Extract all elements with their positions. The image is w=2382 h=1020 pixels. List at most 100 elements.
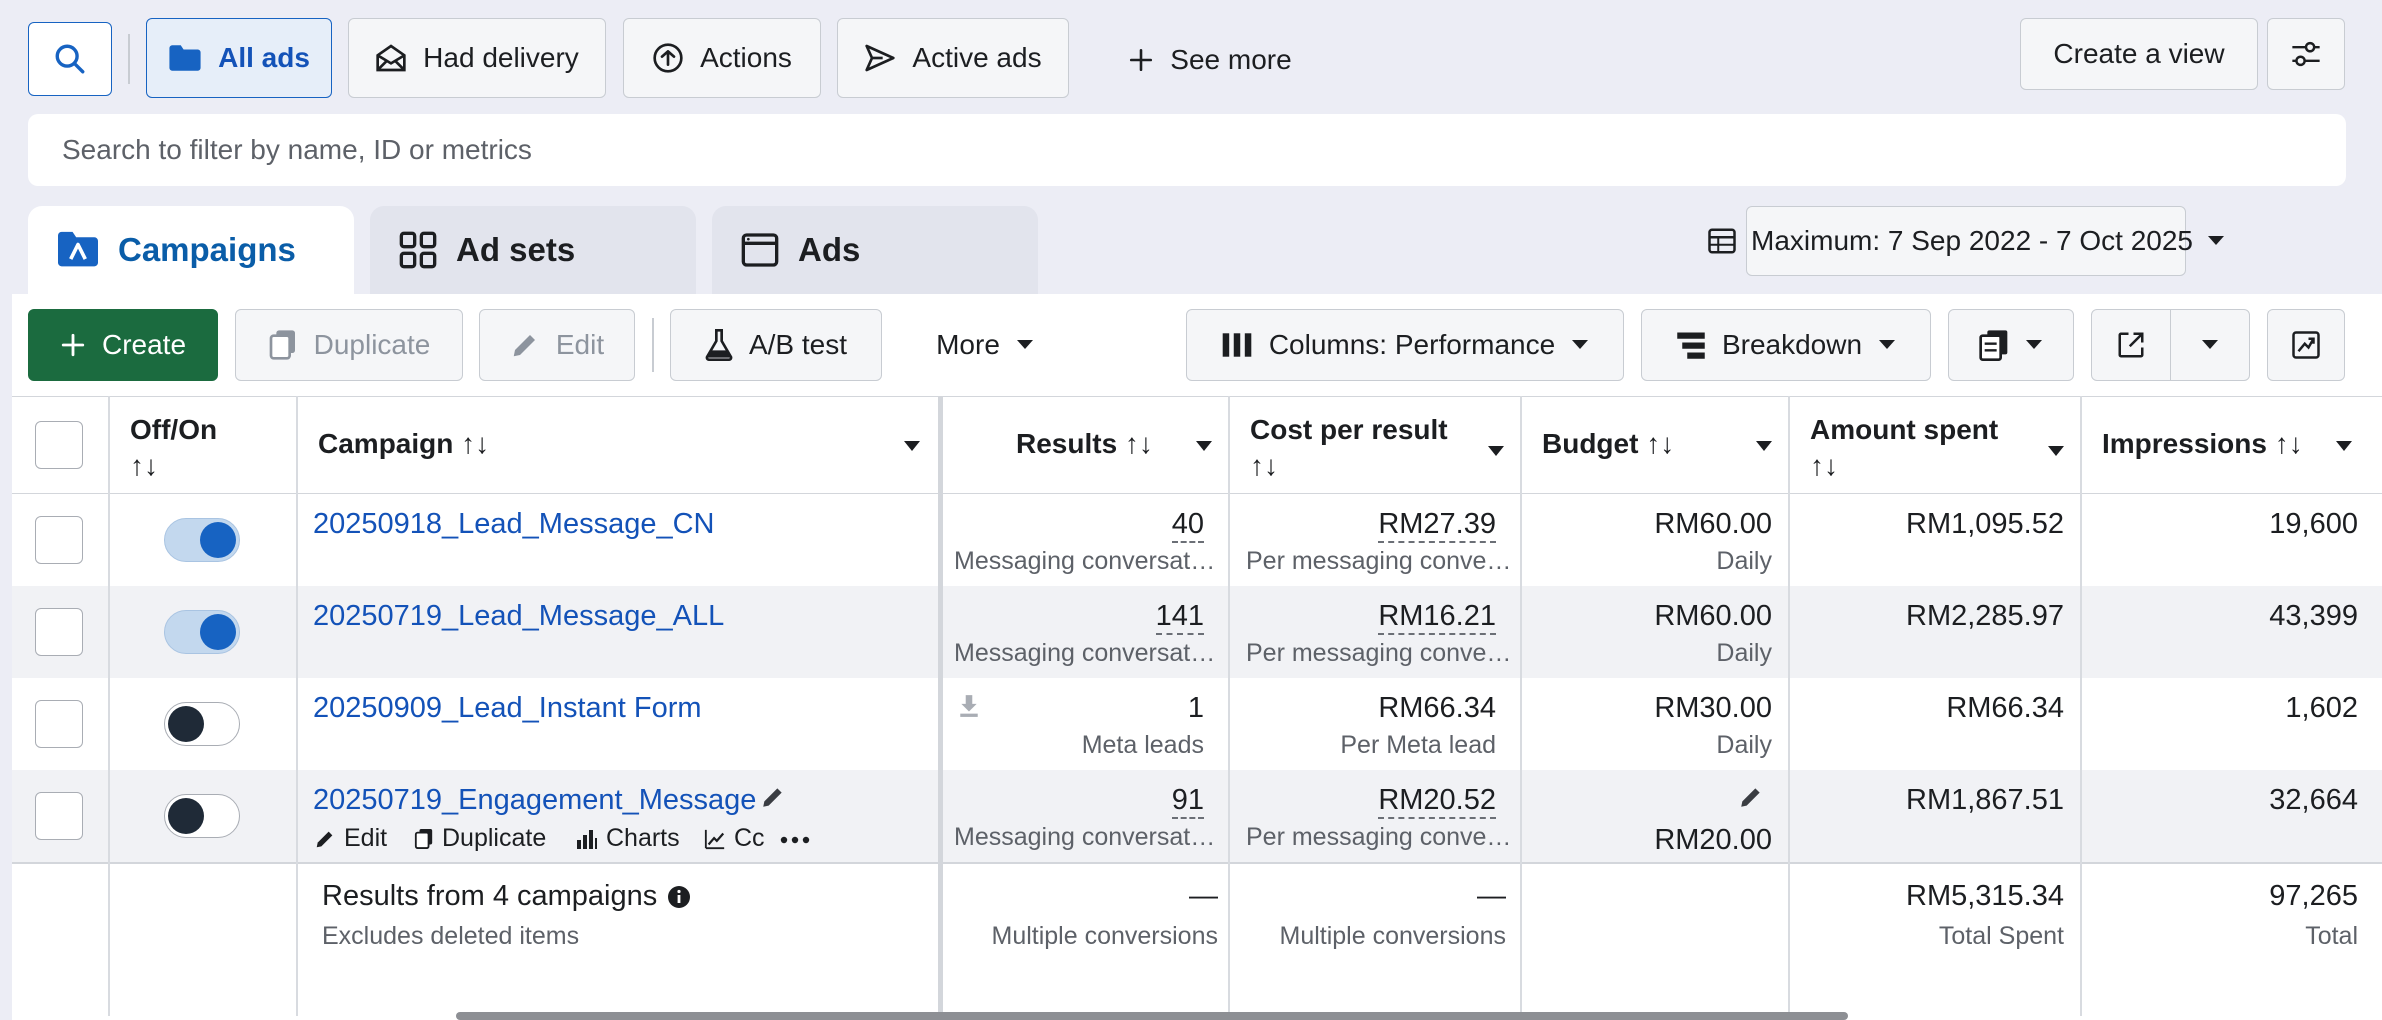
see-more-label: See more [1170,44,1292,75]
spent-header[interactable]: Amount spent ↑↓ [1810,412,1998,484]
campaign-toggle[interactable] [164,702,240,746]
all-ads-filter[interactable]: All ads [146,18,332,98]
row-checkbox[interactable] [35,700,83,748]
results-value[interactable]: 141 [1155,600,1204,635]
view-charts-button[interactable] [2267,309,2345,381]
search-input[interactable]: Search to filter by name, ID or metrics [28,114,2346,186]
offon-header[interactable]: Off/On ↑↓ [130,412,217,484]
row-compare-label: Cc [734,824,764,852]
budget-header-menu-icon[interactable] [1756,441,1772,451]
results-value[interactable]: 91 [1171,784,1204,819]
more-button[interactable]: More [900,309,1070,381]
cost-header-menu-icon[interactable] [1488,446,1504,456]
active-ads-filter[interactable]: Active ads [837,18,1069,98]
summary-results-sub: Multiple conversions [991,922,1219,950]
reports-icon [1979,329,2009,361]
campaign-header-menu-icon[interactable] [904,441,920,451]
reports-button[interactable] [1948,309,2074,381]
send-icon [864,43,896,73]
impressions-header[interactable]: Impressions ↑↓ [2102,426,2303,462]
select-all-checkbox[interactable] [35,421,83,469]
edit-button[interactable]: Edit [479,309,635,381]
budget-value[interactable]: RM60.00 [1654,508,1772,541]
toggle-knob [168,798,204,834]
budget-value[interactable]: RM60.00 [1654,600,1772,633]
search-button[interactable] [28,22,112,96]
columns-button[interactable]: Columns: Performance [1186,309,1624,381]
tab-ad-sets[interactable]: Ad sets [370,206,696,294]
budget-value[interactable]: RM20.00 [1654,824,1772,857]
results-value[interactable]: 1 [1188,692,1204,725]
download-icon[interactable] [958,694,980,718]
row-edit-action[interactable]: Edit [314,824,387,853]
caret-down-icon [1878,339,1896,351]
results-type: Meta leads [1081,731,1204,759]
campaign-name-link[interactable]: 20250719_Lead_Message_ALL [313,600,724,633]
campaign-toggle[interactable] [164,794,240,838]
create-view-button[interactable]: Create a view [2020,18,2258,90]
budget-header[interactable]: Budget ↑↓ [1542,426,1674,462]
cost-value[interactable]: RM20.52 [1378,784,1496,819]
more-label: More [936,329,1000,360]
results-header[interactable]: Results ↑↓ [1016,426,1153,462]
row-charts-label: Charts [606,824,680,852]
column-divider [296,396,298,1016]
settings-sliders-button[interactable] [2267,18,2345,90]
more-options-icon[interactable] [780,836,810,844]
cost-value[interactable]: RM66.34 [1378,692,1496,725]
campaign-toggle[interactable] [164,518,240,562]
horizontal-scrollbar[interactable] [456,1012,1848,1020]
results-header-menu-icon[interactable] [1196,441,1212,451]
export-dropdown-button[interactable] [2170,309,2250,381]
spent-sort-icon: ↑↓ [1810,450,1838,481]
grid-icon [398,230,438,270]
cost-value[interactable]: RM27.39 [1378,508,1496,543]
tab-campaigns[interactable]: Campaigns [28,206,354,294]
campaign-name-link[interactable]: 20250909_Lead_Instant Form [313,692,702,725]
campaign-header[interactable]: Campaign ↑↓ [318,426,489,462]
duplicate-icon [414,828,434,850]
filter-bar: All ads Had delivery Actions Active ads … [0,0,2382,112]
row-checkbox[interactable] [35,608,83,656]
info-icon[interactable] [667,885,691,909]
spent-header-menu-icon[interactable] [2048,446,2064,456]
row-charts-action[interactable]: Charts [576,824,680,853]
pencil-icon [510,330,540,360]
budget-value[interactable]: RM30.00 [1654,692,1772,725]
cost-value[interactable]: RM16.21 [1378,600,1496,635]
row-checkbox[interactable] [35,516,83,564]
campaign-name-link[interactable]: 20250719_Engagement_Message [313,784,756,817]
ad-window-icon [740,231,780,269]
edit-label: Edit [555,329,605,360]
row-compare-action[interactable]: Cc [704,824,764,853]
upload-circle-icon [652,42,684,74]
row-duplicate-action[interactable]: Duplicate [414,824,546,853]
pencil-icon [314,828,336,850]
breakdown-button[interactable]: Breakdown [1641,309,1931,381]
column-divider [1228,396,1230,1016]
date-range-picker[interactable]: Maximum: 7 Sep 2022 - 7 Oct 2025 [1708,206,2224,276]
offon-sort-icon: ↑↓ [130,450,158,481]
tab-ads[interactable]: Ads [712,206,1038,294]
edit-budget-icon[interactable] [1738,784,1764,810]
duplicate-button[interactable]: Duplicate [235,309,463,381]
budget-type: Daily [1716,731,1772,759]
actions-filter[interactable]: Actions [623,18,821,98]
results-value[interactable]: 40 [1171,508,1204,543]
campaign-toggle[interactable] [164,610,240,654]
cost-type: Per messaging conve… [1246,547,1512,575]
impressions-header-menu-icon[interactable] [2336,441,2352,451]
create-view-label: Create a view [2053,38,2225,69]
had-delivery-filter[interactable]: Had delivery [348,18,606,98]
row-checkbox[interactable] [35,792,83,840]
column-divider [1788,396,1790,1016]
create-button[interactable]: Create [28,309,218,381]
rename-pencil-icon[interactable] [760,784,786,810]
see-more-filter[interactable]: See more [1100,22,1320,98]
toggle-knob [200,614,236,650]
campaign-name-link[interactable]: 20250918_Lead_Message_CN [313,508,714,541]
cost-header[interactable]: Cost per result ↑↓ [1250,412,1448,484]
summary-results: — [1189,880,1218,912]
ab-test-button[interactable]: A/B test [670,309,882,381]
export-button[interactable] [2091,309,2171,381]
